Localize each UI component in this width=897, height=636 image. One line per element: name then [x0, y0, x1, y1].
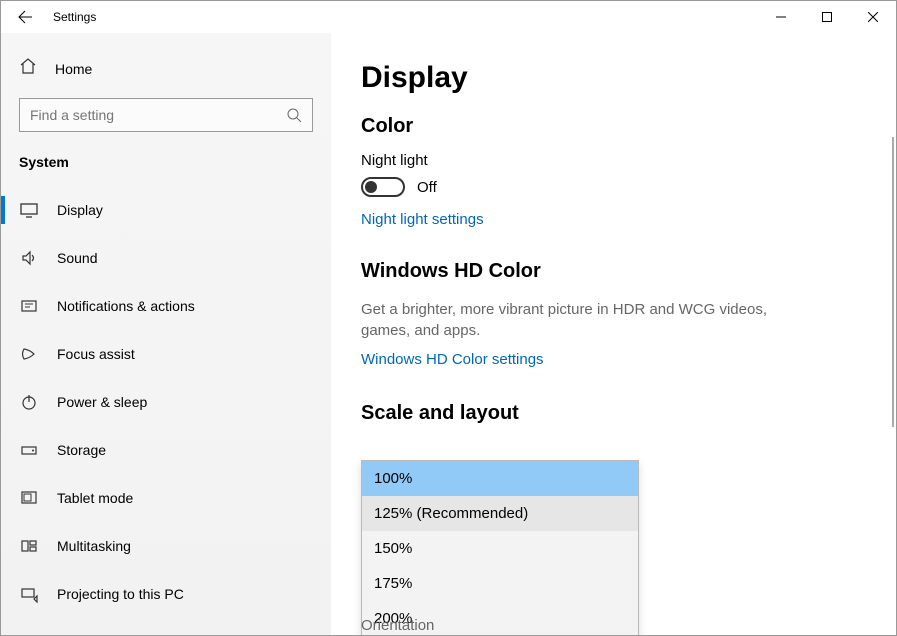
scale-heading: Scale and layout: [361, 402, 856, 425]
maximize-icon: [822, 12, 832, 22]
scale-option[interactable]: 150%: [362, 531, 638, 566]
night-light-toggle-row: Off: [361, 177, 856, 197]
hd-color-heading: Windows HD Color: [361, 260, 856, 283]
close-icon: [868, 12, 878, 22]
sidebar-item-label: Sound: [57, 250, 97, 266]
window-title: Settings: [53, 10, 96, 24]
sidebar-section-header: System: [1, 150, 331, 186]
search-box[interactable]: [19, 98, 313, 132]
multitasking-icon: [19, 536, 39, 556]
page-title: Display: [361, 61, 856, 95]
search-input[interactable]: [30, 107, 270, 123]
hd-color-section: Windows HD Color Get a brighter, more vi…: [361, 260, 856, 384]
vertical-scrollbar[interactable]: [892, 137, 894, 427]
close-button[interactable]: [850, 1, 896, 33]
night-light-state: Off: [417, 179, 437, 196]
sidebar-item-tablet[interactable]: Tablet mode: [1, 474, 331, 522]
home-icon: [19, 57, 37, 80]
scale-option[interactable]: 175%: [362, 566, 638, 601]
sidebar-item-projecting[interactable]: Projecting to this PC: [1, 570, 331, 618]
sidebar-item-label: Projecting to this PC: [57, 586, 184, 602]
sidebar-item-multitasking[interactable]: Multitasking: [1, 522, 331, 570]
home-label: Home: [55, 61, 92, 77]
sidebar-item-display[interactable]: Display: [1, 186, 331, 234]
window-controls: [758, 1, 896, 33]
maximize-button[interactable]: [804, 1, 850, 33]
minimize-icon: [776, 12, 786, 22]
power-icon: [19, 392, 39, 412]
toggle-thumb: [365, 181, 377, 193]
titlebar: Settings: [1, 1, 896, 33]
night-light-toggle[interactable]: [361, 177, 405, 197]
sound-icon: [19, 248, 39, 268]
sidebar-item-notifications[interactable]: Notifications & actions: [1, 282, 331, 330]
sidebar-item-storage[interactable]: Storage: [1, 426, 331, 474]
hd-color-settings-link[interactable]: Windows HD Color settings: [361, 351, 544, 368]
scale-dropdown-open[interactable]: 100%125% (Recommended)150%175%200%225%: [361, 460, 639, 635]
storage-icon: [19, 440, 39, 460]
hd-color-description: Get a brighter, more vibrant picture in …: [361, 299, 801, 341]
scale-option[interactable]: 125% (Recommended): [362, 496, 638, 531]
arrow-left-icon: [17, 9, 33, 25]
notifications-icon: [19, 296, 39, 316]
search-icon: [287, 108, 302, 123]
scale-option[interactable]: 100%: [362, 461, 638, 496]
display-icon: [19, 200, 39, 220]
sidebar-item-label: Notifications & actions: [57, 298, 195, 314]
orientation-label-partial: Orientation: [361, 617, 434, 634]
focus-icon: [19, 344, 39, 364]
scale-layout-section: Scale and layout: [361, 402, 856, 425]
sidebar-item-label: Power & sleep: [57, 394, 147, 410]
sidebar-nav-list: Display Sound Notifications & actions Focus…: [1, 186, 331, 618]
sidebar-item-label: Focus assist: [57, 346, 135, 362]
minimize-button[interactable]: [758, 1, 804, 33]
sidebar: Home System Display Sound Notifications & …: [1, 33, 331, 635]
night-light-label: Night light: [361, 152, 856, 169]
sidebar-item-power[interactable]: Power & sleep: [1, 378, 331, 426]
home-nav-item[interactable]: Home: [1, 47, 331, 90]
color-heading: Color: [361, 115, 856, 138]
content-area: Home System Display Sound Notifications & …: [1, 33, 896, 635]
back-button[interactable]: [1, 1, 49, 33]
night-light-settings-link[interactable]: Night light settings: [361, 211, 484, 228]
sidebar-item-label: Tablet mode: [57, 490, 133, 506]
sidebar-item-sound[interactable]: Sound: [1, 234, 331, 282]
sidebar-item-focus[interactable]: Focus assist: [1, 330, 331, 378]
tablet-icon: [19, 488, 39, 508]
sidebar-item-label: Storage: [57, 442, 106, 458]
sidebar-item-label: Multitasking: [57, 538, 131, 554]
sidebar-item-label: Display: [57, 202, 103, 218]
projecting-icon: [19, 584, 39, 604]
main-panel: Display Color Night light Off Night ligh…: [331, 33, 896, 635]
